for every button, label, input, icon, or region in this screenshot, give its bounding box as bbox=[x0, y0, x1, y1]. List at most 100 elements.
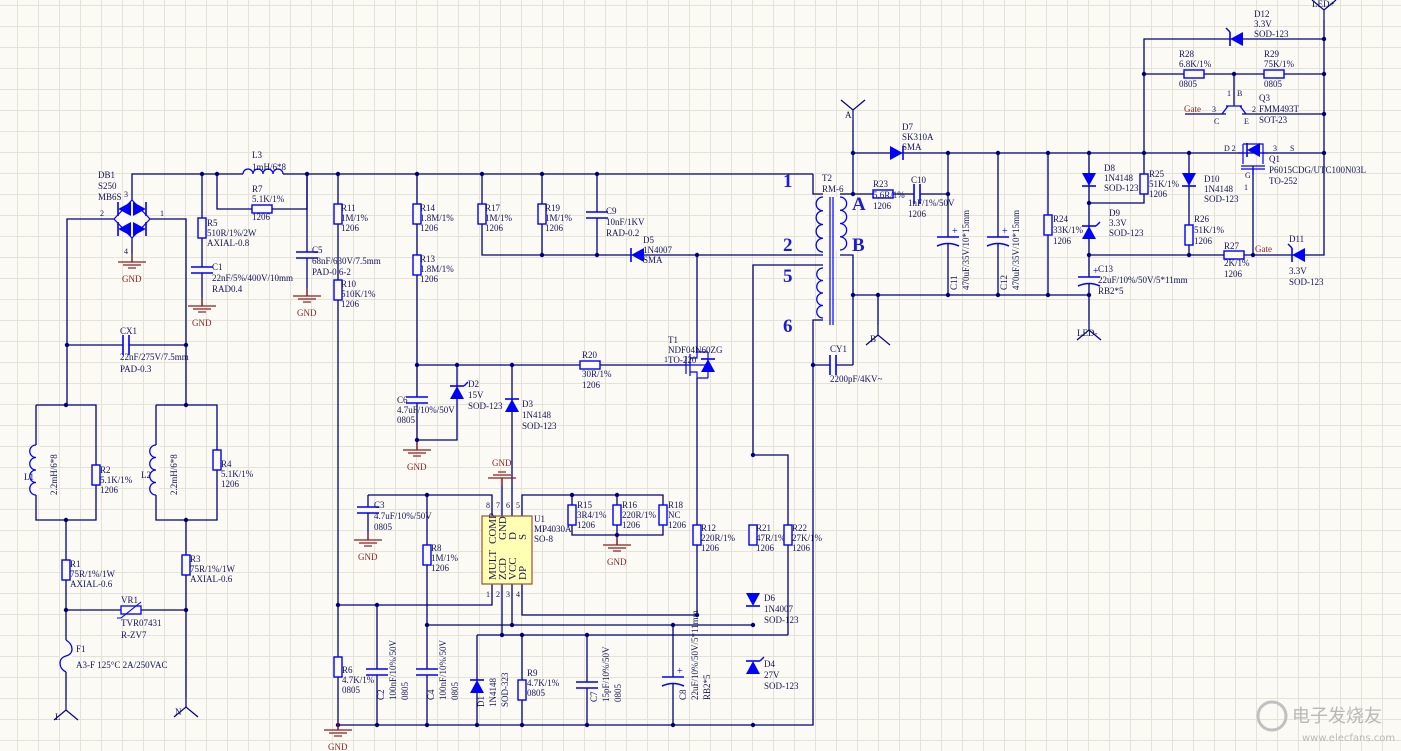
component-value: 0805 bbox=[400, 682, 410, 701]
designator-d5: D5 bbox=[643, 235, 654, 245]
label: 2200pF/4KV~ bbox=[830, 374, 883, 384]
component-value: 1206 bbox=[701, 543, 720, 553]
label: G bbox=[1245, 171, 1251, 180]
designator-d10: D10 bbox=[1204, 174, 1220, 184]
component-value: 510R/1%/2W bbox=[207, 228, 257, 238]
component-value: 1206 bbox=[577, 520, 596, 530]
junction-dot bbox=[414, 362, 420, 368]
junction-dot bbox=[569, 492, 575, 498]
junction-dot bbox=[183, 607, 189, 613]
wire bbox=[35, 404, 97, 521]
component-value: SOD-123 bbox=[764, 681, 799, 691]
component-value: 75R/1%/1W bbox=[70, 569, 116, 579]
component-value: 15pF/10%/50V bbox=[601, 646, 611, 702]
resistor-r18 bbox=[658, 504, 668, 526]
gate-net-label: Gate bbox=[1255, 244, 1272, 254]
resistor-r1 bbox=[61, 559, 71, 581]
gap bbox=[366, 669, 388, 675]
net-label-led_plus: LED+ bbox=[1312, 0, 1335, 9]
watermark-brand: 电子发烧友 bbox=[1292, 706, 1382, 727]
component-value: NC bbox=[668, 510, 681, 520]
diode-d6 bbox=[746, 593, 760, 606]
designator-db1: DB1 bbox=[98, 170, 115, 180]
junction-dot bbox=[594, 171, 600, 177]
watermark-logo-icon bbox=[1256, 700, 1288, 732]
polarity-plus-icon: + bbox=[677, 666, 683, 677]
diode-d4 bbox=[746, 661, 760, 674]
gap bbox=[191, 267, 213, 273]
junction-dot bbox=[335, 602, 341, 608]
component-value: SOT-23 bbox=[1259, 115, 1288, 125]
junction-dot bbox=[374, 602, 380, 608]
designator-c13: C13 bbox=[1098, 264, 1114, 274]
resistor-r22 bbox=[783, 524, 793, 546]
label: R27 bbox=[1224, 241, 1240, 251]
junction-dot bbox=[424, 492, 430, 498]
gnd-label: GND bbox=[358, 552, 378, 562]
designator-c12: C12 bbox=[999, 275, 1009, 290]
component-value: 470uF/35V/10*15mm bbox=[961, 210, 971, 290]
designator-c11: C11 bbox=[949, 275, 959, 290]
zener-tail bbox=[1225, 27, 1231, 33]
designator-r11: R11 bbox=[341, 203, 356, 213]
diode-d10 bbox=[1182, 173, 1196, 186]
gap bbox=[416, 669, 438, 675]
junction-dot bbox=[850, 150, 856, 156]
component-value: 0805 bbox=[450, 682, 460, 701]
component-value: 1206 bbox=[1149, 189, 1168, 199]
label: CY1 bbox=[830, 344, 847, 354]
junction-dot bbox=[64, 342, 70, 348]
label: R7 bbox=[252, 184, 263, 194]
label: F1 bbox=[76, 644, 86, 654]
label: 1 bbox=[664, 355, 668, 364]
designator-q1: Q1 bbox=[1269, 154, 1280, 164]
junction-dot bbox=[850, 292, 856, 298]
gap bbox=[586, 212, 608, 218]
component-value: 1206 bbox=[622, 520, 641, 530]
component-value: 15V bbox=[468, 390, 484, 400]
diode-d7 bbox=[890, 146, 903, 160]
label: R28 bbox=[1179, 49, 1195, 59]
designator-r18: R18 bbox=[668, 500, 684, 510]
designator-r3: R3 bbox=[190, 554, 201, 564]
component-value: 1.8M/1% bbox=[420, 213, 454, 223]
component-value: 1N4007 bbox=[643, 245, 672, 255]
component-value: SOD-123 bbox=[1109, 228, 1144, 238]
vertical-label-c12: C12 470uF/35V/10*15mm bbox=[999, 210, 1021, 290]
designator-r21: R21 bbox=[756, 523, 771, 533]
junction-dot bbox=[875, 292, 881, 298]
label: 0805 bbox=[1264, 79, 1283, 89]
junction-dot bbox=[509, 622, 515, 628]
component-value: 1.8M/1% bbox=[420, 264, 454, 274]
label: 0805 bbox=[1179, 79, 1198, 89]
watermark-url: www.elecfans.com bbox=[1302, 733, 1395, 744]
junction-dot bbox=[1086, 292, 1092, 298]
label: R29 bbox=[1264, 49, 1280, 59]
designator-c5: C5 bbox=[312, 245, 323, 255]
gnd-label: GND bbox=[407, 462, 427, 472]
junction-dot bbox=[479, 171, 485, 177]
component-value: 27K/1% bbox=[792, 533, 823, 543]
ic-pin-name: DP bbox=[517, 566, 529, 580]
designator-r25: R25 bbox=[1149, 169, 1165, 179]
junction-dot bbox=[594, 252, 600, 258]
component-value: 1206 bbox=[341, 299, 360, 309]
component-value: SO-8 bbox=[534, 534, 554, 544]
designator-d1: D1 bbox=[476, 696, 486, 707]
diode-d9 bbox=[1082, 226, 1096, 239]
component-value: SOD-123 bbox=[468, 401, 503, 411]
component-value: SOD-123 bbox=[764, 615, 799, 625]
component-value: 51K/1% bbox=[1149, 179, 1180, 189]
gap bbox=[937, 237, 959, 243]
component-value: 1206 bbox=[420, 223, 439, 233]
junction-dot bbox=[1186, 252, 1192, 258]
label: D11 bbox=[1289, 234, 1304, 244]
net-label-l: L bbox=[55, 712, 61, 722]
designator-r12: R12 bbox=[701, 523, 716, 533]
component-value: SMA bbox=[902, 142, 922, 152]
designator-r4: R4 bbox=[221, 459, 232, 469]
winding-number: 2 bbox=[783, 235, 793, 256]
component-value: 3.3V bbox=[1254, 19, 1272, 29]
junction-dot bbox=[539, 252, 545, 258]
resistor-r26 bbox=[1184, 224, 1194, 246]
